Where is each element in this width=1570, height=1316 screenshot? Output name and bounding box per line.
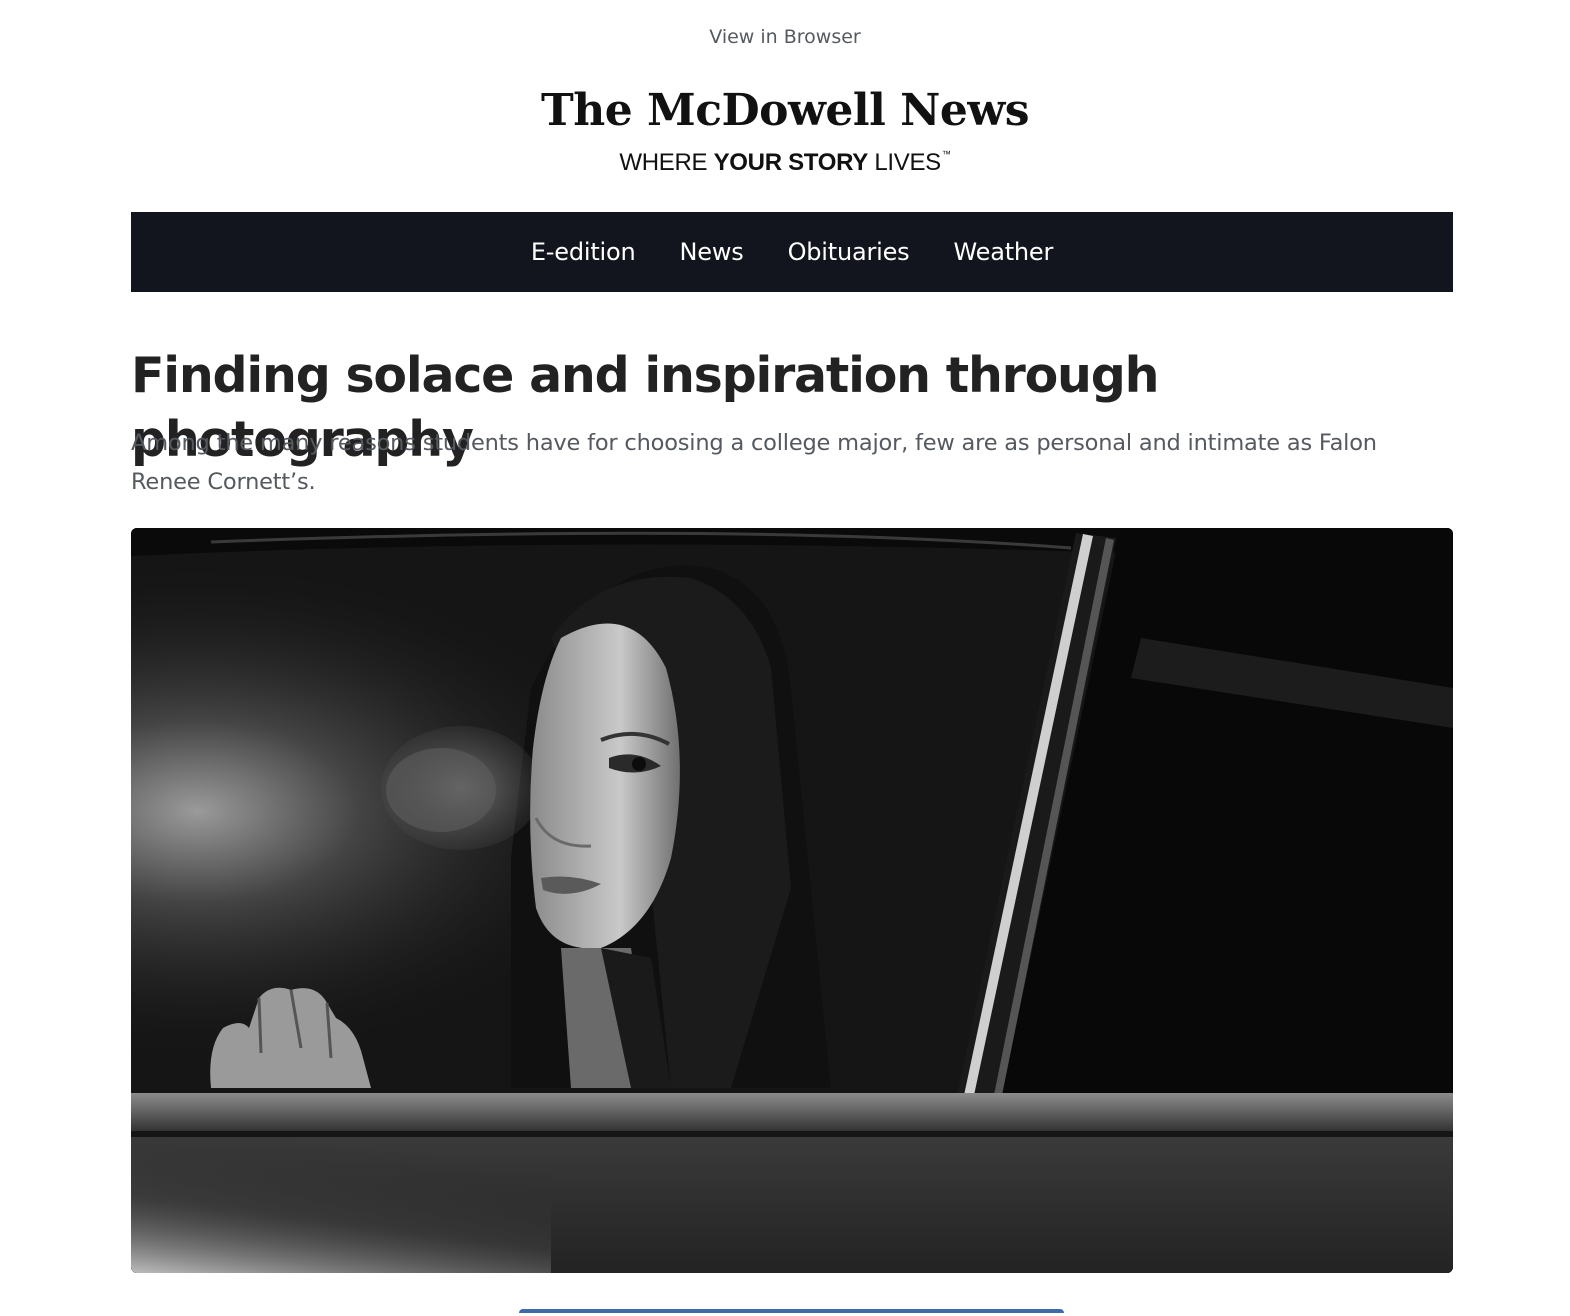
article-dek: Among the many reasons students have for… [131, 430, 1377, 495]
tagline-pre: WHERE [619, 149, 714, 176]
tagline-post: LIVES [867, 149, 941, 176]
tagline-trademark: ™ [941, 149, 951, 159]
nav-item-obituaries[interactable]: Obituaries [788, 238, 910, 266]
view-in-browser-link[interactable]: View in Browser [0, 26, 1570, 48]
cta-button-edge[interactable] [519, 1309, 1064, 1316]
newsletter-page: View in Browser The McDowell News WHERE … [0, 0, 1570, 1316]
nav-item-e-edition[interactable]: E-edition [531, 238, 636, 266]
main-nav: E-edition News Obituaries Weather [131, 212, 1453, 292]
photo-woman-in-car-window-icon [131, 528, 1453, 1273]
nav-item-news[interactable]: News [680, 238, 744, 266]
masthead-logo[interactable]: The McDowell News WHERE YOUR STORY LIVES… [0, 84, 1570, 177]
tagline-bold: YOUR STORY [713, 149, 869, 176]
masthead-tagline: WHERE YOUR STORY LIVES™ [0, 140, 1570, 177]
masthead-name: The McDowell News [540, 85, 1030, 136]
nav-item-weather[interactable]: Weather [954, 238, 1054, 266]
article-hero-image[interactable] [131, 528, 1453, 1273]
